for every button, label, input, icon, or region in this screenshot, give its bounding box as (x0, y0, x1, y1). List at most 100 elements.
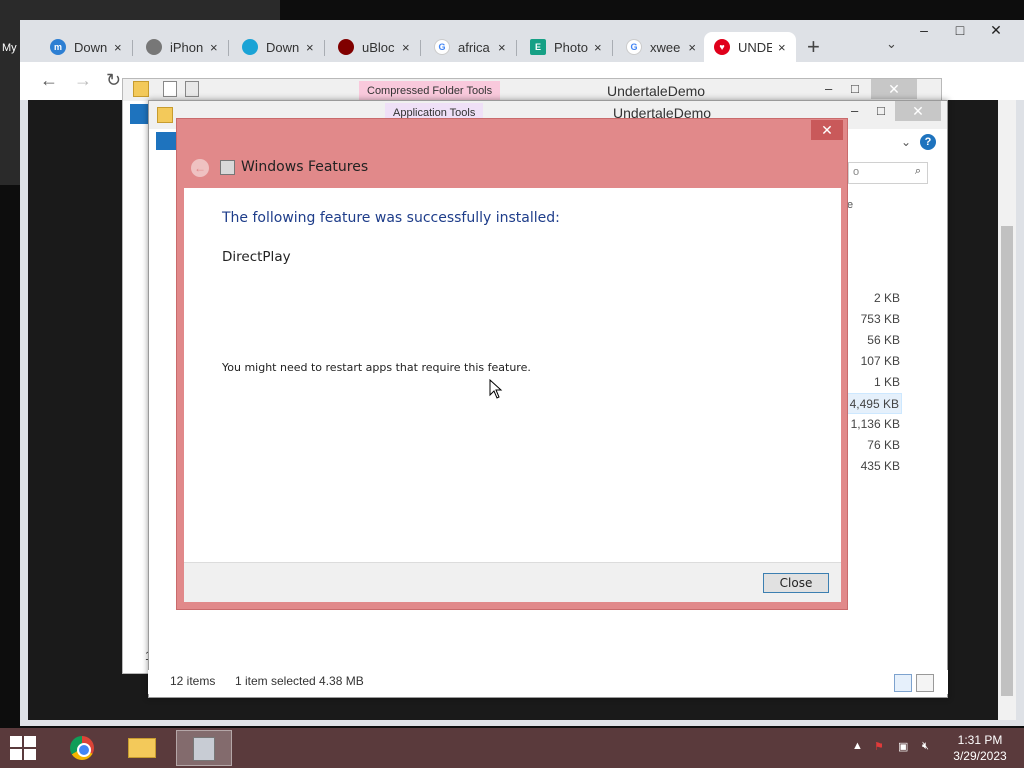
system-clock[interactable]: 1:31 PM 3/29/2023 (940, 732, 1020, 764)
taskbar-chrome[interactable] (54, 730, 110, 766)
back-arrow-icon[interactable]: ← (40, 70, 58, 91)
photo-icon: E (530, 39, 546, 55)
show-hidden-icons-icon[interactable]: ▲ (852, 740, 863, 752)
close-button[interactable]: Close (763, 573, 829, 593)
taskbar-windows-features[interactable] (176, 730, 232, 766)
maximize-icon[interactable]: □ (877, 103, 885, 118)
file-size-cell[interactable]: 76 KB (840, 435, 902, 456)
close-icon[interactable]: × (778, 40, 786, 55)
ublock-icon (338, 39, 354, 55)
file-size-cell[interactable]: 56 KB (840, 330, 902, 351)
tab-photo[interactable]: E Photo × (520, 32, 612, 62)
back-arrow-icon[interactable]: ← (191, 159, 209, 177)
tab-africa[interactable]: G africa × (424, 32, 516, 62)
chevron-down-icon[interactable]: ⌄ (886, 36, 897, 52)
restart-note: You might need to restart apps that requ… (222, 361, 531, 374)
tab-undertale[interactable]: ♥ UNDE × (704, 32, 796, 62)
file-size-cell[interactable]: 107 KB (840, 351, 902, 372)
taskbar-file-explorer[interactable] (114, 730, 170, 766)
item-count: 12 items (170, 674, 216, 688)
dialog-title: Windows Features (241, 159, 369, 175)
forward-arrow-icon[interactable]: → (74, 70, 92, 91)
file-size-cell[interactable]: 1 KB (840, 372, 902, 393)
chevron-down-icon[interactable]: ⌄ (901, 135, 911, 149)
close-icon[interactable]: × (688, 40, 696, 55)
close-window-icon[interactable]: ✕ (978, 22, 1014, 39)
page-scrollbar[interactable] (998, 100, 1016, 720)
dialog-close-icon[interactable]: ✕ (811, 120, 843, 140)
close-window-button[interactable]: ✕ (871, 79, 917, 99)
new-folder-icon[interactable] (185, 81, 199, 97)
selection-info: 1 item selected 4.38 MB (235, 674, 364, 688)
file-size-cell-selected[interactable]: 4,495 KB (840, 393, 902, 414)
explorer-statusbar: 12 items 1 item selected 4.38 MB (148, 670, 948, 694)
mouse-cursor-icon (489, 379, 503, 399)
minimize-icon[interactable]: – (825, 81, 832, 96)
desktop-icon-label: My (2, 42, 17, 54)
tab-label: xwee (650, 39, 681, 55)
minimize-icon[interactable]: – (906, 22, 942, 38)
tab-label: Down (266, 39, 300, 55)
large-icons-view-button[interactable] (916, 674, 934, 692)
tab-label: UNDE (738, 39, 772, 55)
close-icon[interactable]: × (210, 40, 218, 55)
file-size-cell[interactable]: 435 KB (840, 456, 902, 477)
window-title: UndertaleDemo (607, 83, 706, 99)
tab-label: Photo (554, 39, 588, 55)
search-placeholder: o (853, 166, 860, 178)
scrollbar-thumb[interactable] (1001, 226, 1013, 696)
details-view-button[interactable] (894, 674, 912, 692)
tab-separator (132, 40, 133, 56)
feature-name: DirectPlay (222, 249, 291, 265)
folder-icon (133, 81, 149, 97)
tab-xwee[interactable]: G xwee × (616, 32, 704, 62)
tab-down-1[interactable]: m Down × (40, 32, 132, 62)
close-icon[interactable]: × (594, 40, 602, 55)
tab-ublock[interactable]: uBloc × (328, 32, 420, 62)
close-icon[interactable]: × (306, 40, 314, 55)
action-center-flag-icon[interactable]: ⚑ (874, 740, 884, 753)
reload-icon[interactable]: ↻ (106, 70, 121, 91)
search-icon: ⌕ (914, 165, 921, 177)
heart-icon: ♥ (714, 39, 730, 55)
file-size-cell[interactable]: 753 KB (840, 309, 902, 330)
dialog-footer: Close (184, 562, 841, 602)
help-icon[interactable]: ? (920, 134, 936, 150)
volume-muted-icon[interactable]: 🔇︎ (922, 740, 929, 753)
size-column: 2 KB 753 KB 56 KB 107 KB 1 KB 4,495 KB 1… (840, 288, 902, 477)
windows-features-icon (193, 737, 215, 761)
success-heading: The following feature was successfully i… (222, 210, 560, 226)
tab-strip: m Down × iPhon × Down × uBloc × G africa… (20, 20, 1024, 62)
windows-start-icon[interactable] (10, 736, 38, 760)
tab-iphone[interactable]: iPhon × (136, 32, 228, 62)
properties-icon[interactable] (163, 81, 177, 97)
tab-separator (228, 40, 229, 56)
close-icon[interactable]: × (402, 40, 410, 55)
file-size-cell[interactable]: 1,136 KB (840, 414, 902, 435)
close-icon[interactable]: × (114, 40, 122, 55)
tab-label: uBloc (362, 39, 395, 55)
tab-separator (420, 40, 421, 56)
tab-down-2[interactable]: Down × (232, 32, 324, 62)
maximize-icon[interactable]: □ (942, 22, 978, 38)
tab-separator (612, 40, 613, 56)
clock-date: 3/29/2023 (953, 749, 1007, 763)
minimize-icon[interactable]: – (851, 103, 858, 118)
file-size-cell[interactable]: 2 KB (840, 288, 902, 309)
taskbar: ▲ ⚑ ▣ 🔇︎ 1:31 PM 3/29/2023 (0, 728, 1024, 768)
mu-icon: m (50, 39, 66, 55)
chrome-icon (70, 736, 94, 760)
google-icon: G (434, 39, 450, 55)
windows-features-dialog: ✕ ← Windows Features The following featu… (176, 118, 848, 610)
explorer-titlebar: Compressed Folder Tools UndertaleDemo – … (123, 79, 941, 103)
google-icon: G (626, 39, 642, 55)
search-input[interactable]: o ⌕ (848, 162, 928, 184)
windows-features-icon (220, 160, 235, 175)
new-tab-button[interactable]: + (807, 34, 820, 60)
maximize-icon[interactable]: □ (851, 81, 859, 96)
close-window-button[interactable]: ✕ (895, 101, 941, 121)
tab-label: africa (458, 39, 490, 55)
close-icon[interactable]: × (498, 40, 506, 55)
network-icon[interactable]: ▣ (898, 740, 908, 753)
apple-icon (146, 39, 162, 55)
